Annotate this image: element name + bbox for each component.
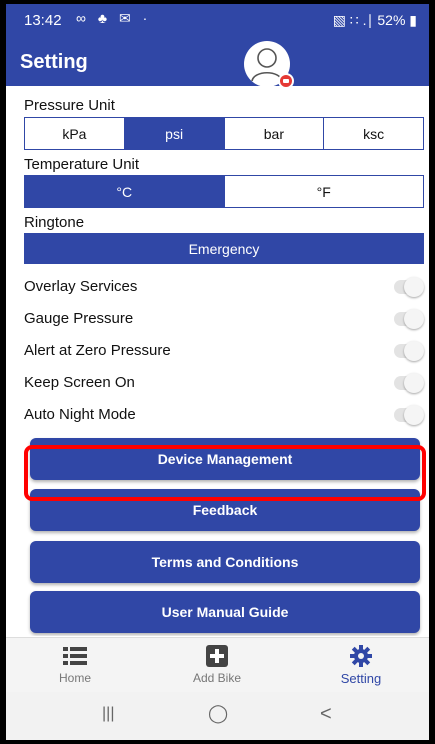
ringtone-button[interactable]: Emergency xyxy=(24,233,424,264)
user-manual-button[interactable]: User Manual Guide xyxy=(30,591,420,633)
recents-button[interactable]: ||| xyxy=(102,705,114,723)
bottom-navigation: Home Add Bike Setting xyxy=(6,637,429,692)
list-icon xyxy=(30,644,120,668)
toggle-row-keep-screen-on: Keep Screen On xyxy=(24,368,424,398)
back-button[interactable]: < xyxy=(320,703,332,726)
system-status-icons: ▧ ∷ .∣ 52% ▮ xyxy=(332,12,417,28)
gear-icon xyxy=(316,644,406,668)
overlay-services-switch[interactable] xyxy=(394,277,424,297)
toggle-label: Gauge Pressure xyxy=(24,310,134,327)
nav-setting-label: Setting xyxy=(340,671,382,686)
system-navigation-bar: ||| ◯ < xyxy=(6,692,429,740)
gauge-pressure-switch[interactable] xyxy=(394,309,424,329)
alert-zero-pressure-switch[interactable] xyxy=(394,341,424,361)
status-bar: 13:42 ∞ ♣ ✉ · ▧ ∷ .∣ 52% ▮ xyxy=(6,4,429,38)
auto-night-mode-switch[interactable] xyxy=(394,405,424,425)
temperature-unit-selector: °C °F xyxy=(24,175,424,208)
highlight-box xyxy=(24,445,426,501)
pressure-unit-label: Pressure Unit xyxy=(24,97,115,114)
pressure-option-psi[interactable]: psi xyxy=(124,118,225,149)
page-title: Setting xyxy=(20,51,88,73)
toggle-row-gauge-pressure: Gauge Pressure xyxy=(24,304,424,334)
temperature-option-fahrenheit[interactable]: °F xyxy=(224,176,423,207)
nav-home[interactable]: Home xyxy=(30,644,120,685)
ringtone-label: Ringtone xyxy=(24,214,85,231)
toggle-row-alert-zero-pressure: Alert at Zero Pressure xyxy=(24,336,424,366)
settings-content: Pressure Unit kPa psi bar ksc Temperatur… xyxy=(6,86,429,636)
app-header: Setting xyxy=(6,38,429,89)
toggle-row-auto-night-mode: Auto Night Mode xyxy=(24,400,424,430)
toggle-row-overlay-services: Overlay Services xyxy=(24,272,424,302)
temperature-unit-label: Temperature Unit xyxy=(24,156,140,173)
pressure-option-ksc[interactable]: ksc xyxy=(324,118,423,149)
status-time: 13:42 xyxy=(24,12,62,29)
profile-avatar[interactable] xyxy=(244,41,294,89)
pressure-option-kpa[interactable]: kPa xyxy=(25,118,125,149)
pressure-option-bar[interactable]: bar xyxy=(224,118,325,149)
toggle-label: Overlay Services xyxy=(24,278,138,295)
pressure-unit-selector: kPa psi bar ksc xyxy=(24,117,424,150)
nav-add-bike-label: Add Bike xyxy=(192,671,242,685)
nav-home-label: Home xyxy=(58,671,91,685)
app-screen: 13:42 ∞ ♣ ✉ · ▧ ∷ .∣ 52% ▮ Setting Press… xyxy=(6,4,429,740)
keep-screen-on-switch[interactable] xyxy=(394,373,424,393)
toggle-label: Alert at Zero Pressure xyxy=(24,342,171,359)
home-button[interactable]: ◯ xyxy=(208,703,228,724)
add-square-icon xyxy=(172,644,262,668)
temperature-option-celsius[interactable]: °C xyxy=(25,176,225,207)
toggle-label: Keep Screen On xyxy=(24,374,135,391)
nav-setting[interactable]: Setting xyxy=(316,644,406,686)
nav-add-bike[interactable]: Add Bike xyxy=(172,644,262,685)
toggle-label: Auto Night Mode xyxy=(24,406,136,423)
terms-conditions-button[interactable]: Terms and Conditions xyxy=(30,541,420,583)
notification-icons: ∞ ♣ ✉ · xyxy=(76,10,152,26)
